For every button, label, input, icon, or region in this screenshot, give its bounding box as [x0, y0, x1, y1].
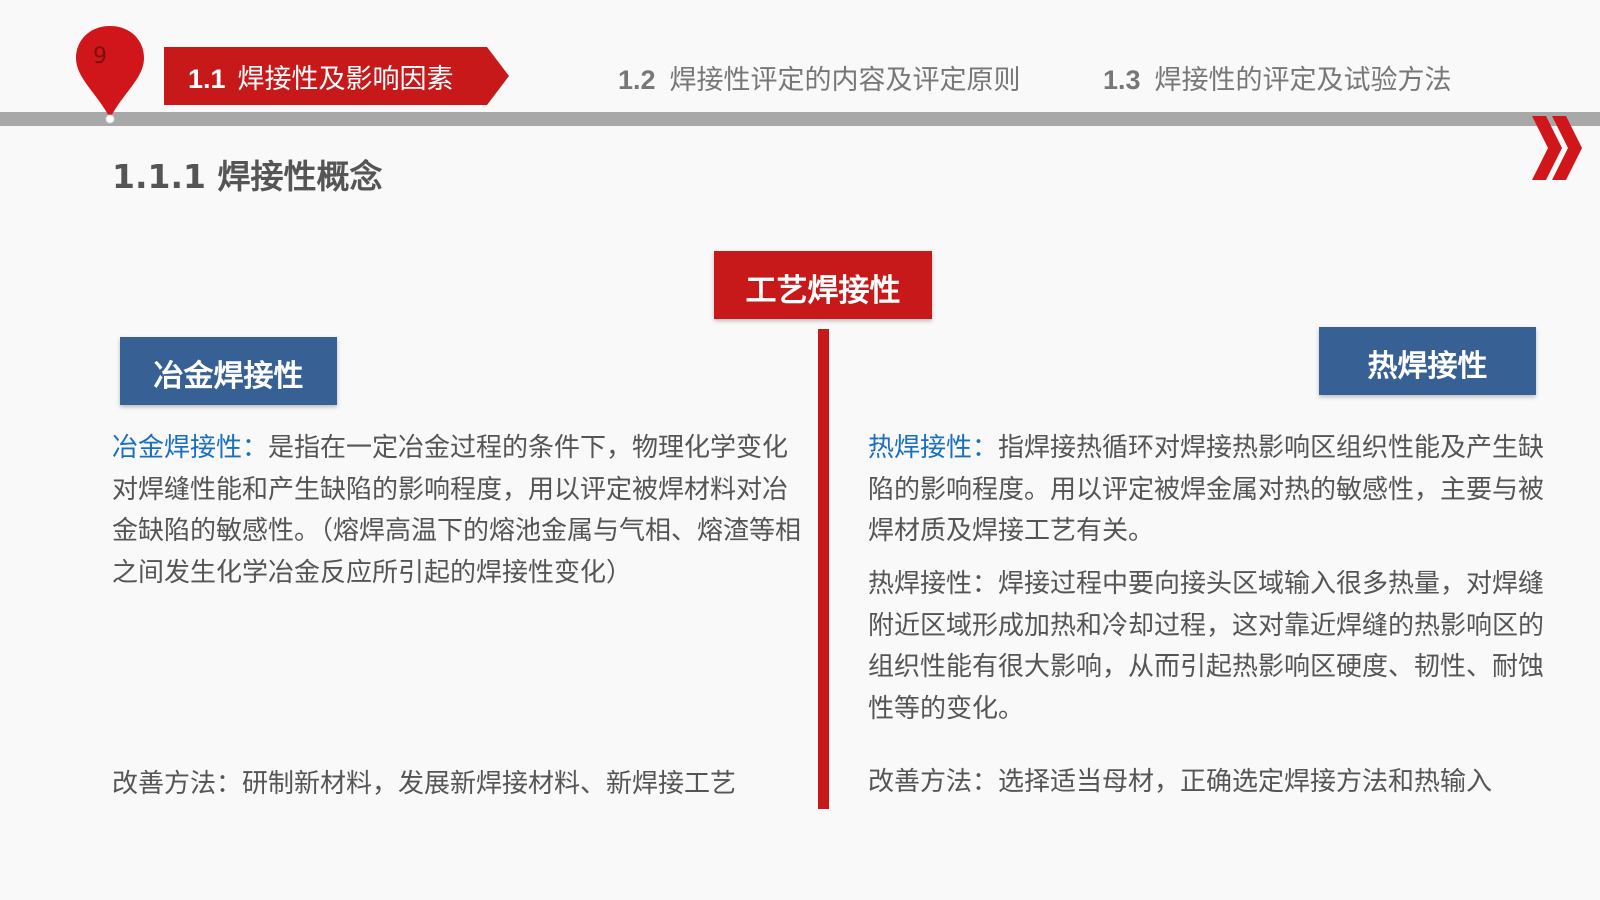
section-title: 1.1.1 焊接性概念 [112, 157, 383, 196]
tab-label: 焊接性的评定及试验方法 [1154, 65, 1452, 96]
term-label: 热焊接性： [868, 433, 999, 463]
tab-1-2[interactable]: 1.2 焊接性评定的内容及评定原则 [618, 58, 1021, 97]
term-label: 冶金焊接性： [112, 433, 269, 463]
tab-1-3[interactable]: 1.3 焊接性的评定及试验方法 [1103, 58, 1452, 97]
page-number: 9 [93, 44, 107, 69]
tab-number: 1.1 [188, 64, 226, 94]
tab-number: 1.2 [618, 65, 656, 95]
metallurgical-improvement: 改善方法：研制新材料，发展新焊接材料、新焊接工艺 [112, 769, 737, 799]
thermal-weldability-box: 热焊接性 [1319, 327, 1536, 395]
tab-number: 1.3 [1103, 65, 1141, 95]
thermal-explanation: 热焊接性：焊接过程中要向接头区域输入很多热量，对焊缝附近区域形成加热和冷却过程，… [868, 569, 1545, 724]
tab-1-1[interactable]: 1.1 焊接性及影响因素 [188, 57, 454, 96]
location-pin-icon [76, 26, 144, 124]
header-bar [0, 112, 1600, 126]
tab-label: 焊接性及影响因素 [237, 64, 454, 95]
center-divider [818, 329, 829, 809]
metallurgical-weldability-box: 冶金焊接性 [120, 337, 337, 405]
process-weldability-box: 工艺焊接性 [714, 251, 932, 319]
thermal-improvement: 改善方法：选择适当母材，正确选定焊接方法和热输入 [868, 767, 1493, 797]
thermal-definition: 热焊接性：指焊接热循环对焊接热影响区组织性能及产生缺陷的影响程度。用以评定被焊金… [868, 428, 1558, 553]
metallurgical-definition: 冶金焊接性：是指在一定冶金过程的条件下，物理化学变化对焊缝性能和产生缺陷的影响程… [112, 428, 802, 594]
tab-label: 焊接性评定的内容及评定原则 [669, 65, 1021, 96]
double-chevron-right-icon[interactable] [1532, 116, 1584, 180]
